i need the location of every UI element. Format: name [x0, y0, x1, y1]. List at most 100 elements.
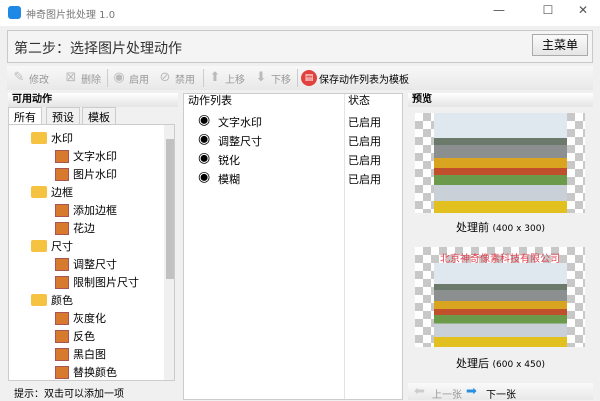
tree-node[interactable]: 尺寸 — [31, 237, 73, 255]
action-box-icon — [55, 257, 69, 271]
maximize-button[interactable]: ☐ — [533, 3, 563, 21]
action-box-icon — [55, 275, 69, 289]
toolbar: ✎ 修改 ⊠ 删除 ◉ 启用 ⊘ 禁用 ⬆ 上移 ⬇ 下移 ▤ 保存动作列表为模板 — [7, 66, 593, 90]
table-row[interactable]: ◉ 锐化 已启用 — [184, 149, 402, 168]
tab-all[interactable]: 所有 — [8, 107, 42, 125]
eye-icon: ◉ — [198, 112, 211, 128]
tree-node-label: 花边 — [73, 222, 95, 235]
tree-node-label: 颜色 — [51, 294, 73, 307]
scrollbar-thumb[interactable] — [166, 139, 174, 279]
app-icon — [8, 6, 21, 19]
tree-node-label: 图片水印 — [73, 168, 117, 181]
step-header: 第二步：选择图片处理动作 主菜单 — [7, 30, 593, 63]
divider — [297, 69, 298, 87]
tree-node[interactable]: 水印 — [31, 129, 73, 147]
tree-node[interactable]: 黑白图 — [55, 345, 106, 363]
next-button[interactable]: 下一张 — [486, 386, 516, 401]
delete-icon: ⊠ — [65, 70, 77, 85]
tree-node-label: 替换颜色 — [73, 366, 117, 379]
pencil-icon: ✎ — [13, 70, 25, 85]
tree-node-label: 限制图片尺寸 — [73, 276, 139, 289]
action-status: 已启用 — [348, 135, 381, 148]
arrow-right-icon: ➡ — [466, 384, 477, 399]
table-row[interactable]: ◉ 文字水印 已启用 — [184, 111, 402, 130]
tree-node[interactable]: 反色 — [55, 327, 95, 345]
before-caption: 处理前 (400 x 300) — [456, 221, 545, 234]
save-icon: ▤ — [301, 70, 317, 86]
folder-icon — [31, 240, 47, 252]
folder-icon — [31, 186, 47, 198]
table-row[interactable]: ◉ 调整尺寸 已启用 — [184, 130, 402, 149]
action-name: 文字水印 — [218, 116, 262, 129]
table-row[interactable]: ◉ 模糊 已启用 — [184, 168, 402, 187]
panel-title: 预览 — [408, 93, 593, 107]
tree-node-label: 水印 — [51, 132, 73, 145]
enable-button[interactable]: ◉ 启用 — [111, 69, 149, 87]
tree-node-label: 添加边框 — [73, 204, 117, 217]
tree-node[interactable]: 限制图片尺寸 — [55, 273, 139, 291]
action-box-icon — [55, 221, 69, 235]
tree-node[interactable]: 灰度化 — [55, 309, 106, 327]
action-box-icon — [55, 149, 69, 163]
action-name: 调整尺寸 — [218, 135, 262, 148]
save-template-button[interactable]: ▤ 保存动作列表为模板 — [301, 69, 409, 87]
main-menu-button[interactable]: 主菜单 — [532, 34, 588, 56]
tree-node[interactable]: 花边 — [55, 219, 95, 237]
prev-button[interactable]: 上一张 — [432, 386, 462, 401]
tree-node[interactable]: 文字水印 — [55, 147, 117, 165]
tree-node[interactable]: 边框 — [31, 183, 73, 201]
watermark-text: 北京神奇像素科技有限公司 — [440, 254, 560, 265]
move-down-button[interactable]: ⬇ 下移 — [253, 69, 291, 87]
tree-node[interactable]: 颜色 — [31, 291, 73, 309]
tree-node[interactable]: 添加边框 — [55, 201, 117, 219]
hint-text: 提示：双击可以添加一项 — [8, 382, 178, 400]
divider — [203, 69, 204, 87]
preview-panel: 预览 处理前 (400 x 300) 北京神奇像素科技有限公司 处理后 (600… — [408, 93, 593, 401]
action-list: 动作列表 状态 ◉ 文字水印 已启用 ◉ 调整尺寸 已启用 ◉ 锐化 已启用 ◉ 模糊 已启用 — [183, 93, 403, 400]
action-name: 模糊 — [218, 173, 240, 186]
action-name: 锐化 — [218, 154, 240, 167]
arrow-down-icon: ⬇ — [255, 70, 267, 85]
action-box-icon — [55, 311, 69, 325]
list-header: 动作列表 状态 — [184, 94, 402, 110]
tab-templates[interactable]: 模板 — [82, 107, 116, 125]
folder-icon — [31, 294, 47, 306]
action-status: 已启用 — [348, 173, 381, 186]
arrow-left-icon: ⬅ — [414, 384, 425, 399]
tree-node[interactable]: 图片水印 — [55, 165, 117, 183]
disable-button[interactable]: ⊘ 禁用 — [157, 69, 195, 87]
column-header-name[interactable]: 动作列表 — [188, 94, 232, 107]
action-status: 已启用 — [348, 116, 381, 129]
action-box-icon — [55, 167, 69, 181]
delete-button[interactable]: ⊠ 删除 — [63, 69, 101, 87]
tree-node[interactable]: 调整尺寸 — [55, 255, 117, 273]
eye-icon: ◉ — [198, 150, 211, 166]
folder-icon — [31, 132, 47, 144]
after-caption: 处理后 (600 x 450) — [456, 357, 545, 370]
close-button[interactable]: ✕ — [568, 3, 598, 21]
tree-node-label: 灰度化 — [73, 312, 106, 325]
divider — [107, 69, 108, 87]
panel-title: 可用动作 — [8, 93, 178, 107]
tree-node[interactable]: 替换颜色 — [55, 363, 117, 380]
eye-icon: ◉ — [198, 169, 211, 185]
preview-nav: ⬅ 上一张 ➡ 下一张 — [408, 383, 593, 401]
tree-node-label: 反色 — [73, 330, 95, 343]
tree-node-label: 尺寸 — [51, 240, 73, 253]
column-header-status[interactable]: 状态 — [348, 94, 370, 108]
eye-off-icon: ⊘ — [159, 70, 171, 85]
tab-presets[interactable]: 预设 — [46, 107, 80, 125]
edit-button[interactable]: ✎ 修改 — [11, 69, 49, 87]
page-title: 第二步：选择图片处理动作 — [14, 41, 182, 57]
move-up-button[interactable]: ⬆ 上移 — [207, 69, 245, 87]
minimize-button[interactable]: — — [484, 3, 514, 21]
action-status: 已启用 — [348, 154, 381, 167]
action-box-icon — [55, 329, 69, 343]
tree-node-label: 黑白图 — [73, 348, 106, 361]
title-bar: 神奇图片批处理 1.0 — ☐ ✕ — [0, 0, 600, 26]
eye-icon: ◉ — [113, 70, 125, 85]
action-box-icon — [55, 365, 69, 379]
action-box-icon — [55, 203, 69, 217]
arrow-up-icon: ⬆ — [209, 70, 221, 85]
preview-before-image — [415, 113, 585, 213]
